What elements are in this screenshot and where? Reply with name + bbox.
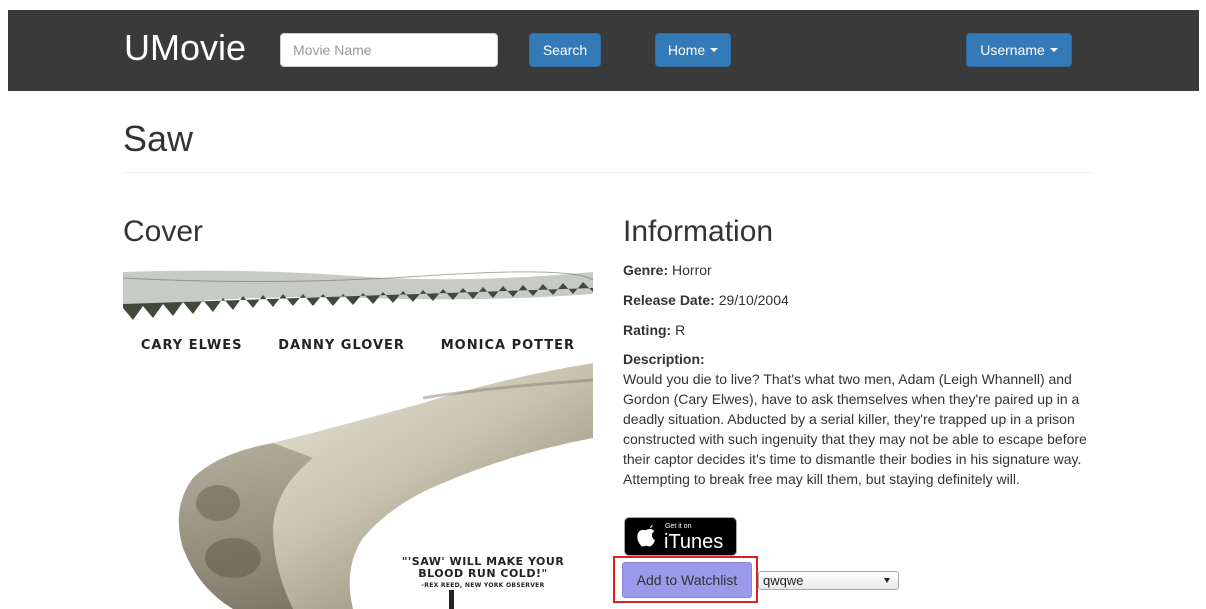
rating-value: R xyxy=(675,322,686,338)
dropdown-arrow-icon xyxy=(884,578,890,583)
cover-actor-name: MONICA POTTER xyxy=(440,338,576,353)
cover-actor-name: CARY ELWES xyxy=(140,338,243,353)
page-title: Saw xyxy=(123,118,194,159)
cover-tagline: "'SAW' WILL MAKE YOUR BLOOD RUN COLD!" -… xyxy=(383,556,583,592)
brand-logo[interactable]: UMovie xyxy=(124,26,246,70)
add-to-watchlist-label: Add to Watchlist xyxy=(636,572,738,588)
release-date-row: Release Date: 29/10/2004 xyxy=(623,290,1093,310)
search-button-label: Search xyxy=(542,42,588,58)
search-button[interactable]: Search xyxy=(529,33,601,67)
cover-actor-name: DANNY GLOVER xyxy=(278,338,405,353)
add-to-watchlist-button[interactable]: Add to Watchlist xyxy=(622,562,752,598)
apple-icon xyxy=(637,525,655,547)
release-date-label: Release Date: xyxy=(623,292,715,308)
home-dropdown-button[interactable]: Home xyxy=(655,33,731,67)
navbar: UMovie Search Home Username xyxy=(8,10,1199,91)
cover-actor-names: CARY ELWES DANNY GLOVER MONICA POTTER xyxy=(123,338,593,353)
cover-quote-line: BLOOD RUN COLD!" xyxy=(418,567,548,580)
rating-row: Rating: R xyxy=(623,320,1093,340)
watchlist-select[interactable]: qwqwe xyxy=(758,571,899,590)
user-dropdown-label: Username xyxy=(980,42,1045,58)
cover-heading: Cover xyxy=(123,215,204,248)
itunes-small-text: Get it on xyxy=(665,523,692,530)
home-dropdown-label: Home xyxy=(667,42,706,58)
rating-label: Rating: xyxy=(623,322,672,338)
description-row: Description: Would you die to live? That… xyxy=(623,349,1093,489)
user-dropdown-button[interactable]: Username xyxy=(966,33,1072,67)
divider xyxy=(123,172,1093,173)
cover-quote-attribution: -REX REED, NEW YORK OBSERVER xyxy=(421,582,545,589)
information-heading: Information xyxy=(623,215,774,248)
caret-down-icon xyxy=(1049,48,1058,52)
watchlist-select-value: qwqwe xyxy=(763,573,804,588)
genre-label: Genre: xyxy=(623,262,669,278)
description-text: Would you die to live? That's what two m… xyxy=(623,371,1087,487)
movie-cover-image: CARY ELWES DANNY GLOVER MONICA POTTER "'… xyxy=(123,268,593,609)
itunes-badge[interactable]: Get it on iTunes xyxy=(624,517,737,556)
description-label: Description: xyxy=(623,351,705,367)
release-date-value: 29/10/2004 xyxy=(718,292,789,308)
itunes-big-text: iTunes xyxy=(664,531,724,553)
caret-down-icon xyxy=(710,48,719,52)
movie-search-input[interactable] xyxy=(280,33,498,67)
movie-information: Genre: Horror Release Date: 29/10/2004 R… xyxy=(623,260,1093,499)
genre-value: Horror xyxy=(672,262,712,278)
genre-row: Genre: Horror xyxy=(623,260,1093,280)
